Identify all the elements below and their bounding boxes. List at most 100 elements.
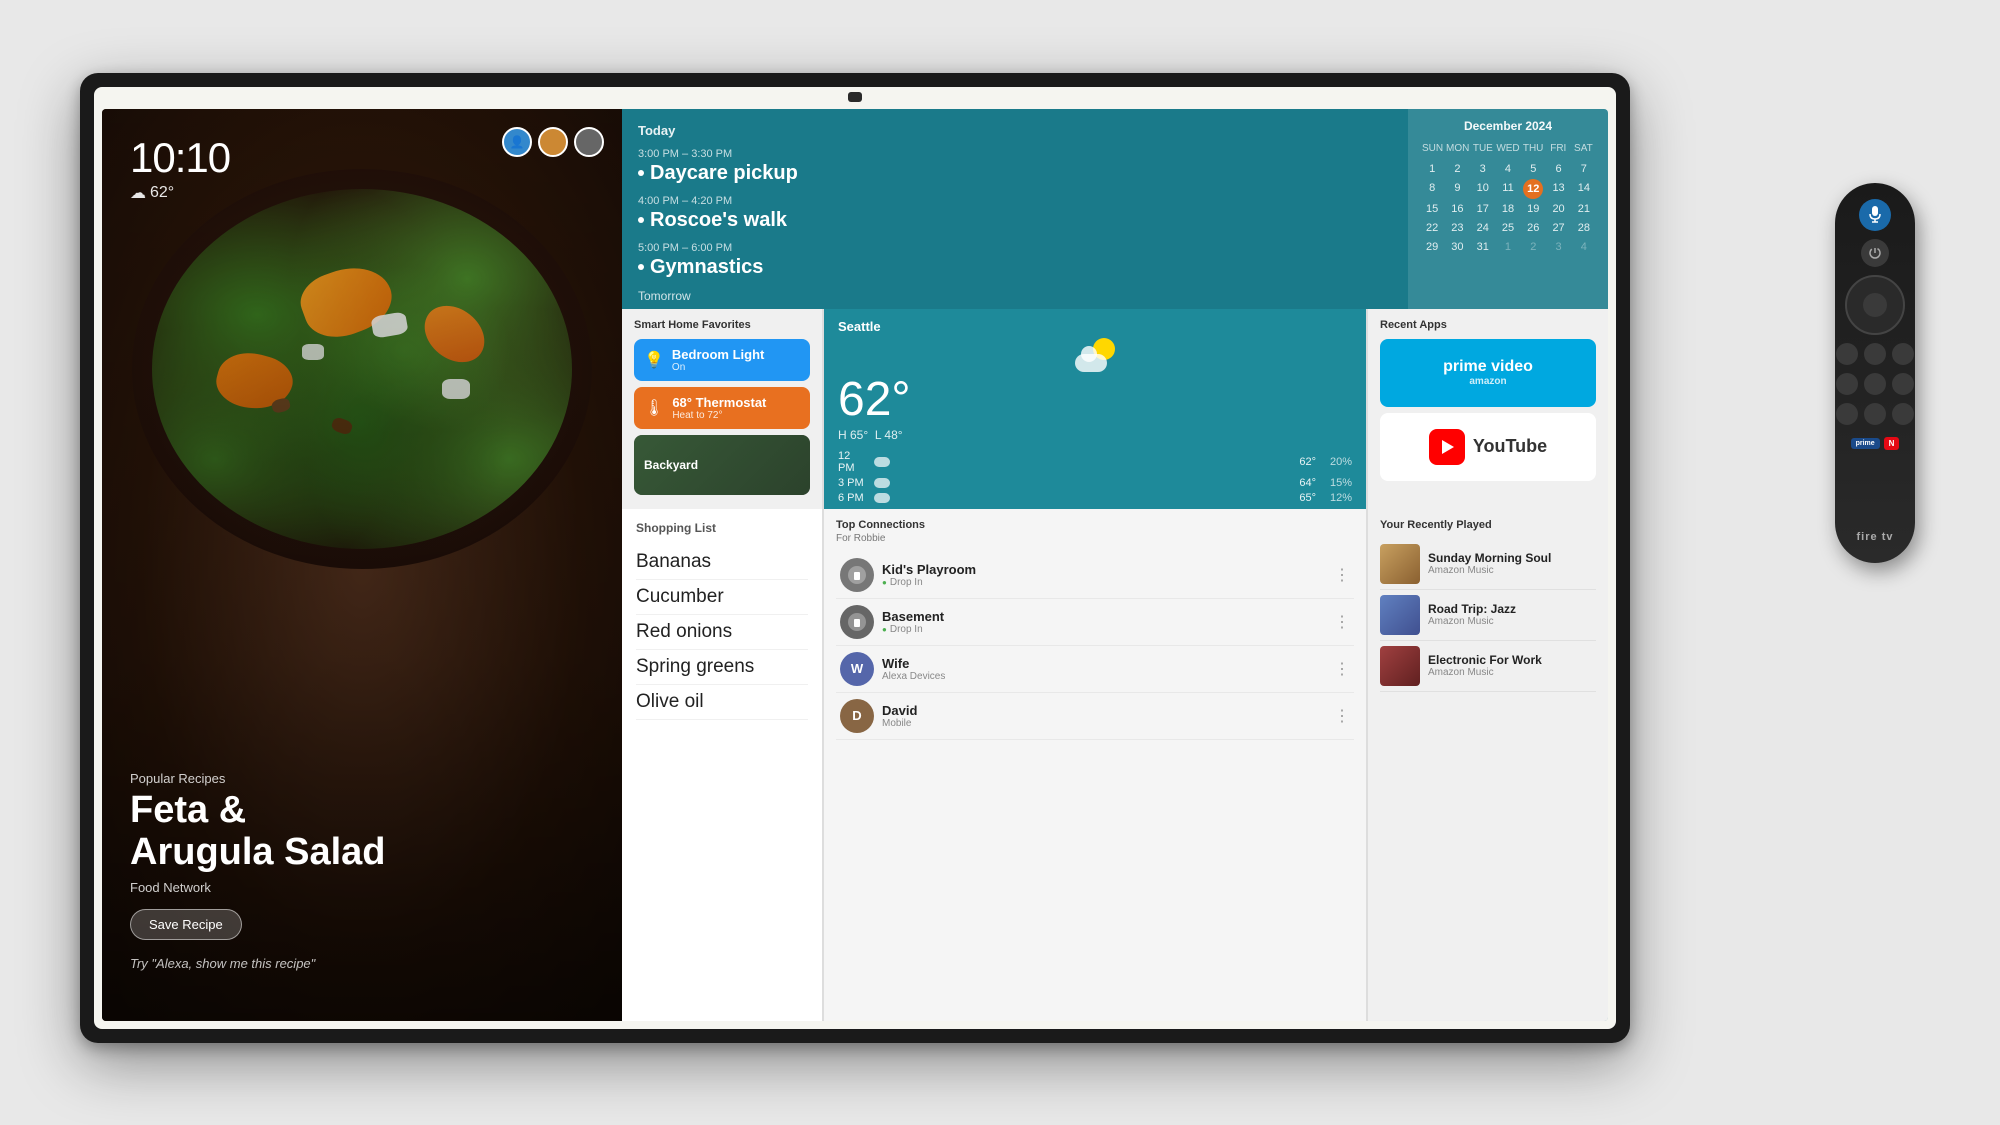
play-pause-button[interactable]: [1864, 373, 1886, 395]
firetv-label: fire tv: [1857, 531, 1894, 543]
connection-wife[interactable]: W Wife Alexa Devices ⋮: [836, 646, 1354, 693]
power-button[interactable]: [1861, 239, 1889, 267]
netflix-button[interactable]: N: [1884, 437, 1900, 450]
basement-info: Basement ● Drop In: [882, 609, 1326, 635]
event-item-1[interactable]: 3:00 PM – 3:30 PM Daycare pickup: [638, 148, 1392, 185]
power-icon: [1868, 246, 1882, 260]
cloud-icon-3: [874, 493, 890, 503]
bedroom-light-item[interactable]: 💡 Bedroom Light On: [634, 339, 810, 381]
weather-forecast: 12 PM 62° 20% 3 PM 64° 15%: [838, 450, 1352, 504]
music-source-3: Amazon Music: [1428, 667, 1596, 678]
tomorrow-label: Tomorrow: [638, 289, 1392, 303]
remote-control: prime N fire tv: [1835, 183, 1915, 563]
basement-status: ● Drop In: [882, 624, 1326, 635]
connection-basement[interactable]: Basement ● Drop In ⋮: [836, 599, 1354, 646]
david-more-icon[interactable]: ⋮: [1334, 706, 1350, 726]
thermostat-item[interactable]: 🌡 68° Thermostat Heat to 72°: [634, 387, 810, 429]
music-item-2[interactable]: Road Trip: Jazz Amazon Music: [1380, 590, 1596, 641]
light-text: Bedroom Light On: [672, 347, 800, 373]
speaker-icon: [847, 565, 867, 585]
event-name-1: Daycare pickup: [638, 162, 1392, 185]
prime-video-app[interactable]: prime video amazon: [1380, 339, 1596, 407]
calendar-section: December 2024 SUN MON TUE WED THU FRI SA…: [1408, 109, 1608, 309]
playback-row: [1836, 343, 1914, 365]
today-section: Today 3:00 PM – 3:30 PM Daycare pickup 4…: [622, 109, 1408, 309]
event-dot-3: [638, 264, 644, 270]
connections-panel: Top Connections For Robbie Kid's Playroo…: [824, 509, 1366, 1021]
basement-more-icon[interactable]: ⋮: [1334, 612, 1350, 632]
volume-down-button[interactable]: [1836, 403, 1858, 425]
thermostat-text: 68° Thermostat Heat to 72°: [672, 395, 800, 421]
light-status: On: [672, 362, 800, 373]
weather-icon: ☁: [130, 183, 146, 203]
user-avatars: 👤: [502, 127, 604, 157]
streaming-buttons-row: prime N: [1851, 437, 1900, 450]
weather-city: Seattle: [838, 319, 1352, 334]
weather-hi-lo: H 65° L 48°: [838, 428, 1352, 442]
tv-frame: 👤 10:10 ☁ 62° Popular Recipes: [80, 73, 1630, 1043]
wife-more-icon[interactable]: ⋮: [1334, 659, 1350, 679]
channel-button[interactable]: [1892, 403, 1914, 425]
wife-status: Alexa Devices: [882, 671, 1326, 682]
recent-apps-panel: Recent Apps prime video amazon: [1368, 309, 1608, 509]
back-button[interactable]: [1836, 343, 1858, 365]
music-item-1[interactable]: Sunday Morning Soul Amazon Music: [1380, 539, 1596, 590]
event-item-3[interactable]: 5:00 PM – 6:00 PM Gymnastics: [638, 242, 1392, 279]
nav-center-button[interactable]: [1863, 293, 1887, 317]
youtube-text: YouTube: [1473, 436, 1547, 457]
thermostat-name: 68° Thermostat: [672, 395, 800, 410]
cloud-shape: [1075, 354, 1107, 372]
backyard-camera-item[interactable]: Backyard: [634, 435, 810, 495]
mic-button[interactable]: [1859, 199, 1891, 231]
save-recipe-button[interactable]: Save Recipe: [130, 909, 242, 940]
music-info-2: Road Trip: Jazz Amazon Music: [1428, 602, 1596, 627]
music-title-1: Sunday Morning Soul: [1428, 551, 1596, 565]
youtube-app[interactable]: YouTube: [1380, 413, 1596, 481]
weather-display: ☁ 62°: [130, 183, 230, 203]
recently-played-panel: Your Recently Played Sunday Morning Soul…: [1368, 509, 1608, 1021]
music-source-2: Amazon Music: [1428, 616, 1596, 627]
time-display: 10:10 ☁ 62°: [130, 137, 230, 203]
event-time-2: 4:00 PM – 4:20 PM: [638, 195, 1392, 207]
rewind-button[interactable]: [1836, 373, 1858, 395]
time: 10:10: [130, 137, 230, 179]
nav-ring[interactable]: [1845, 275, 1905, 335]
connection-david[interactable]: D David Mobile ⋮: [836, 693, 1354, 740]
left-panel: 👤 10:10 ☁ 62° Popular Recipes: [102, 109, 622, 1021]
basement-avatar: [840, 605, 874, 639]
today-date[interactable]: 12: [1523, 179, 1543, 199]
basement-icon: [847, 612, 867, 632]
wife-name: Wife: [882, 656, 1326, 671]
home-button[interactable]: [1864, 343, 1886, 365]
music-item-3[interactable]: Electronic For Work Amazon Music: [1380, 641, 1596, 692]
fast-forward-button[interactable]: [1892, 373, 1914, 395]
music-thumb-2: [1380, 595, 1420, 635]
thermostat-icon: 🌡: [644, 398, 664, 418]
music-thumb-1: [1380, 544, 1420, 584]
volume-up-button[interactable]: [1864, 403, 1886, 425]
recent-apps-title: Recent Apps: [1380, 319, 1596, 331]
music-thumb-3: [1380, 646, 1420, 686]
recipe-title-line2: Arugula Salad: [130, 831, 386, 873]
partial-sun-icon: [1075, 338, 1115, 372]
light-icon: 💡: [644, 350, 664, 370]
kids-playroom-more-icon[interactable]: ⋮: [1334, 565, 1350, 585]
menu-button[interactable]: [1892, 343, 1914, 365]
event-item-2[interactable]: 4:00 PM – 4:20 PM Roscoe's walk: [638, 195, 1392, 232]
prime-button[interactable]: prime: [1851, 438, 1880, 449]
scene: 👤 10:10 ☁ 62° Popular Recipes: [50, 53, 1950, 1073]
david-info: David Mobile: [882, 703, 1326, 729]
thermostat-status: Heat to 72°: [672, 410, 800, 421]
event-time-3: 5:00 PM – 6:00 PM: [638, 242, 1392, 254]
right-panel: Today 3:00 PM – 3:30 PM Daycare pickup 4…: [622, 109, 1608, 1021]
event-dot-1: [638, 170, 644, 176]
event-dot-2: [638, 217, 644, 223]
prime-sub: amazon: [1469, 376, 1506, 387]
basement-name: Basement: [882, 609, 1326, 624]
camera-label: Backyard: [644, 458, 698, 472]
media-row: [1836, 373, 1914, 395]
weather-temperature: 62°: [838, 376, 1352, 424]
connection-kids-playroom[interactable]: Kid's Playroom ● Drop In ⋮: [836, 552, 1354, 599]
cloud-icon-2: [874, 478, 890, 488]
kids-playroom-avatar: [840, 558, 874, 592]
